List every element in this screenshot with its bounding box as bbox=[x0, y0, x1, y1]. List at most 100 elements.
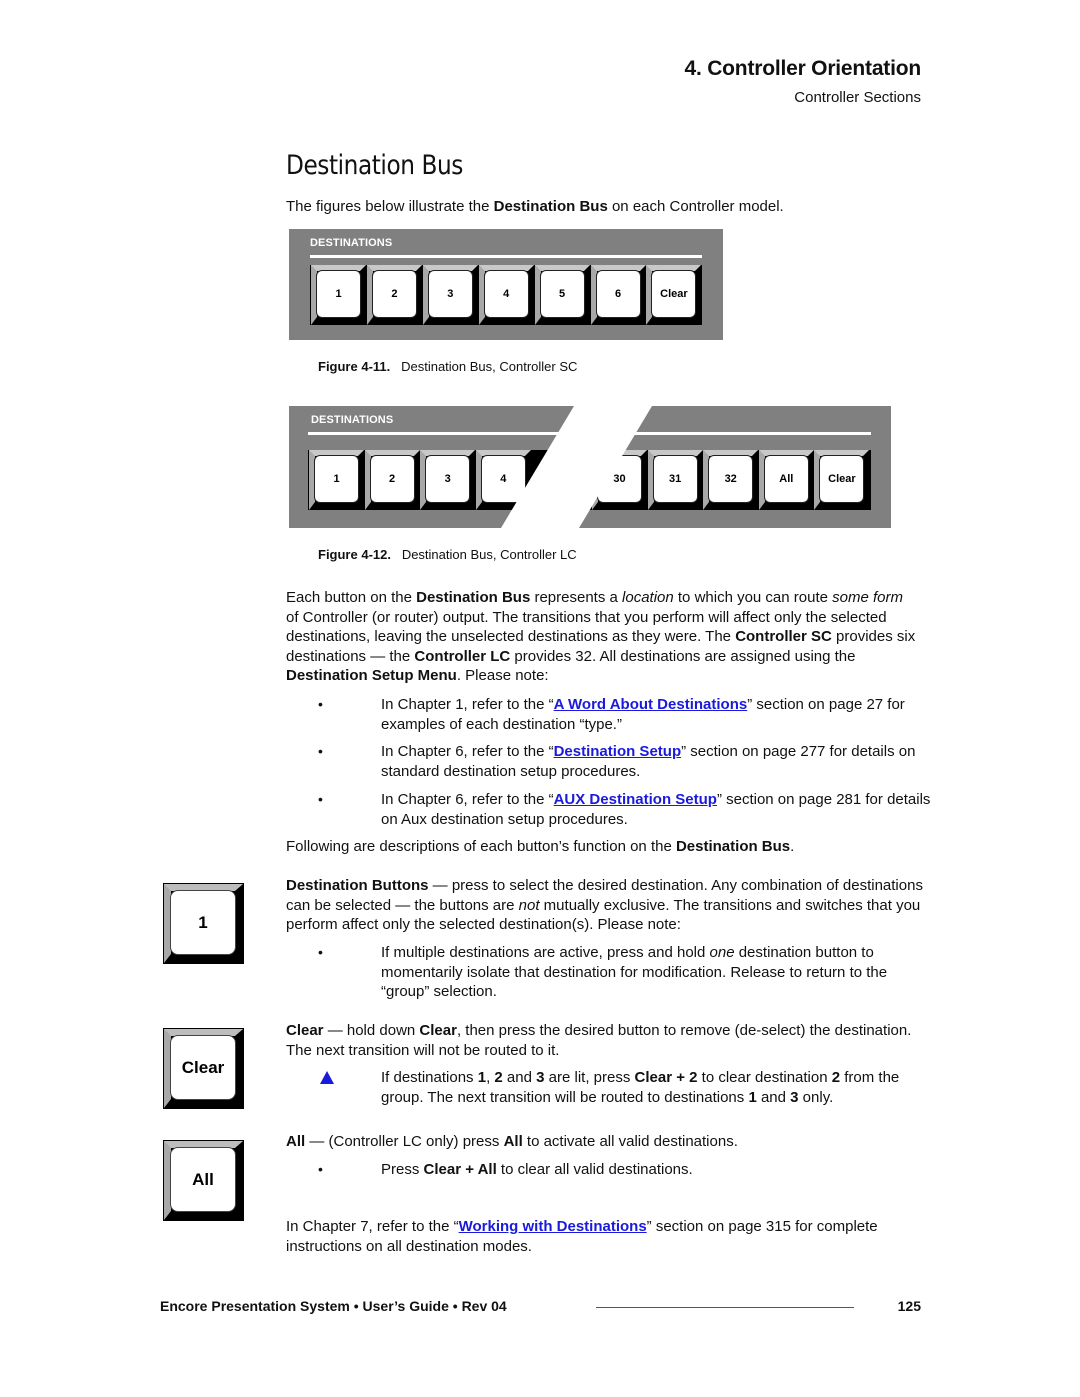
text: to which you can route bbox=[673, 589, 833, 606]
key-face: All bbox=[170, 1147, 236, 1212]
key-label: Clear bbox=[651, 270, 697, 318]
key-label: 3 bbox=[427, 270, 473, 318]
section-subtitle: Controller Sections bbox=[794, 89, 921, 106]
body-paragraph: Each button on the Destination Bus repre… bbox=[286, 588, 916, 686]
bullet-icon: • bbox=[318, 1161, 323, 1177]
clear-description: Clear — hold down Clear, then press the … bbox=[286, 1021, 926, 1060]
destination-key-4: 4 bbox=[478, 265, 534, 325]
text: Each button on the bbox=[286, 589, 417, 606]
all-key-illustration: All bbox=[163, 1140, 244, 1221]
bold-term: Destination Bus bbox=[493, 198, 608, 215]
closing-paragraph: In Chapter 7, refer to the “Working with… bbox=[286, 1217, 926, 1256]
link-destination-setup[interactable]: Destination Setup bbox=[554, 743, 682, 760]
destination-key-2: 2 bbox=[366, 265, 422, 325]
bold-term: All bbox=[286, 1133, 306, 1150]
text: In Chapter 6, refer to the “ bbox=[381, 791, 554, 808]
bullet-icon: • bbox=[318, 696, 323, 712]
figure-sc-panel: DESTINATIONS 1 2 3 4 5 6 Clear bbox=[289, 229, 723, 340]
chapter-title: 4. Controller Orientation bbox=[684, 57, 921, 80]
key-label: 2 bbox=[371, 270, 417, 318]
bold-term: Clear + All bbox=[423, 1161, 497, 1178]
figure-lc-panel: DESTINATIONS 1 2 3 4 30 31 32 All Clear bbox=[289, 406, 891, 528]
key-label: 4 bbox=[483, 270, 529, 318]
footer-divider bbox=[596, 1307, 854, 1308]
all-description: All — (Controller LC only) press All to … bbox=[286, 1132, 926, 1152]
bullet-text: In Chapter 6, refer to the “Destination … bbox=[381, 742, 951, 781]
text: to activate all valid destinations. bbox=[522, 1133, 738, 1150]
caption-text: Destination Bus, Controller LC bbox=[401, 547, 577, 562]
bullet-icon: • bbox=[318, 944, 323, 960]
intro-paragraph: The figures below illustrate the Destina… bbox=[286, 197, 784, 217]
bullet-text: In Chapter 6, refer to the “AUX Destinat… bbox=[381, 790, 941, 829]
bold-term: 2 bbox=[831, 1069, 841, 1086]
bold-term: Clear + 2 bbox=[634, 1069, 698, 1086]
text: If multiple destinations are active, pre… bbox=[381, 944, 710, 961]
key-label: 1 bbox=[316, 270, 361, 318]
clear-note: If destinations 1, 2 and 3 are lit, pres… bbox=[381, 1068, 921, 1107]
text: Following are descriptions of each butto… bbox=[286, 838, 676, 855]
footer-title: Encore Presentation System • User’s Guid… bbox=[160, 1298, 507, 1314]
text: provides 32. All destinations are assign… bbox=[510, 647, 856, 665]
caption-text: Destination Bus, Controller SC bbox=[401, 359, 578, 374]
italic-term: not bbox=[518, 896, 540, 914]
link-aux-destination-setup[interactable]: AUX Destination Setup bbox=[554, 791, 717, 808]
text: and bbox=[502, 1069, 537, 1086]
bold-term: 2 bbox=[494, 1069, 503, 1086]
bold-term: Controller SC bbox=[735, 628, 832, 646]
bullet-icon: • bbox=[318, 791, 323, 807]
bold-term: Clear bbox=[286, 1022, 324, 1039]
bold-term: Destination Bus bbox=[675, 838, 791, 855]
text: on each Controller model. bbox=[607, 198, 784, 215]
italic-term: location bbox=[622, 589, 674, 606]
text: If destinations bbox=[381, 1069, 478, 1086]
bullet-text: Press Clear + All to clear all valid des… bbox=[381, 1160, 921, 1180]
figure-caption-lc: Figure 4-12. Destination Bus, Controller… bbox=[318, 547, 577, 562]
text: The figures below illustrate the bbox=[286, 198, 494, 215]
destination-key-illustration: 1 bbox=[163, 883, 244, 964]
text: and bbox=[756, 1088, 791, 1106]
text: to clear destination bbox=[697, 1069, 832, 1086]
bold-term: 1 bbox=[748, 1088, 757, 1106]
page-heading: Destination Bus bbox=[286, 150, 463, 181]
bold-term: 1 bbox=[477, 1069, 487, 1086]
figure-caption-sc: Figure 4-11. Destination Bus, Controller… bbox=[318, 359, 577, 374]
link-working-with-destinations[interactable]: Working with Destinations bbox=[459, 1218, 647, 1235]
text: . bbox=[790, 838, 795, 855]
link-a-word-about-destinations[interactable]: A Word About Destinations bbox=[554, 696, 748, 713]
bold-term: Controller LC bbox=[414, 647, 511, 665]
bold-term: Clear bbox=[419, 1022, 457, 1039]
text: — hold down bbox=[323, 1022, 420, 1039]
text: — (Controller LC only) press bbox=[305, 1133, 504, 1150]
destination-buttons-description: Destination Buttons — press to select th… bbox=[286, 876, 926, 935]
panel-divider bbox=[310, 255, 702, 258]
destination-key-clear: Clear bbox=[646, 265, 702, 325]
key-label: 6 bbox=[595, 270, 641, 318]
bullet-text: In Chapter 1, refer to the “A Word About… bbox=[381, 695, 951, 734]
bullet-text: If multiple destinations are active, pre… bbox=[381, 943, 926, 1002]
destination-key-strip: 1 2 3 4 5 6 Clear bbox=[310, 265, 702, 325]
caption-label: Figure 4-12. bbox=[318, 547, 391, 562]
panel-label: DESTINATIONS bbox=[310, 237, 393, 249]
bold-term: Destination Buttons bbox=[286, 877, 429, 894]
bold-term: All bbox=[503, 1133, 523, 1150]
break-indicator-icon bbox=[501, 406, 652, 528]
key-label: 5 bbox=[539, 270, 585, 318]
text: to clear all valid destinations. bbox=[496, 1161, 693, 1178]
key-face: 1 bbox=[170, 890, 236, 955]
destination-key-5: 5 bbox=[534, 265, 590, 325]
text: represents a bbox=[530, 589, 623, 606]
text: . Please note: bbox=[456, 667, 549, 685]
caption-label: Figure 4-11. bbox=[318, 359, 391, 374]
bullet-icon: • bbox=[318, 743, 323, 759]
note-triangle-icon bbox=[320, 1071, 334, 1084]
text: Press bbox=[381, 1161, 424, 1178]
text: In Chapter 6, refer to the “ bbox=[381, 743, 554, 760]
body-paragraph: Following are descriptions of each butto… bbox=[286, 837, 794, 857]
bold-term: 3 bbox=[790, 1088, 799, 1106]
text: only. bbox=[798, 1088, 834, 1106]
clear-key-illustration: Clear bbox=[163, 1028, 244, 1109]
italic-term: one bbox=[709, 944, 735, 961]
destination-key-1: 1 bbox=[311, 265, 366, 325]
page-number: 125 bbox=[897, 1298, 921, 1314]
destination-key-3: 3 bbox=[422, 265, 478, 325]
